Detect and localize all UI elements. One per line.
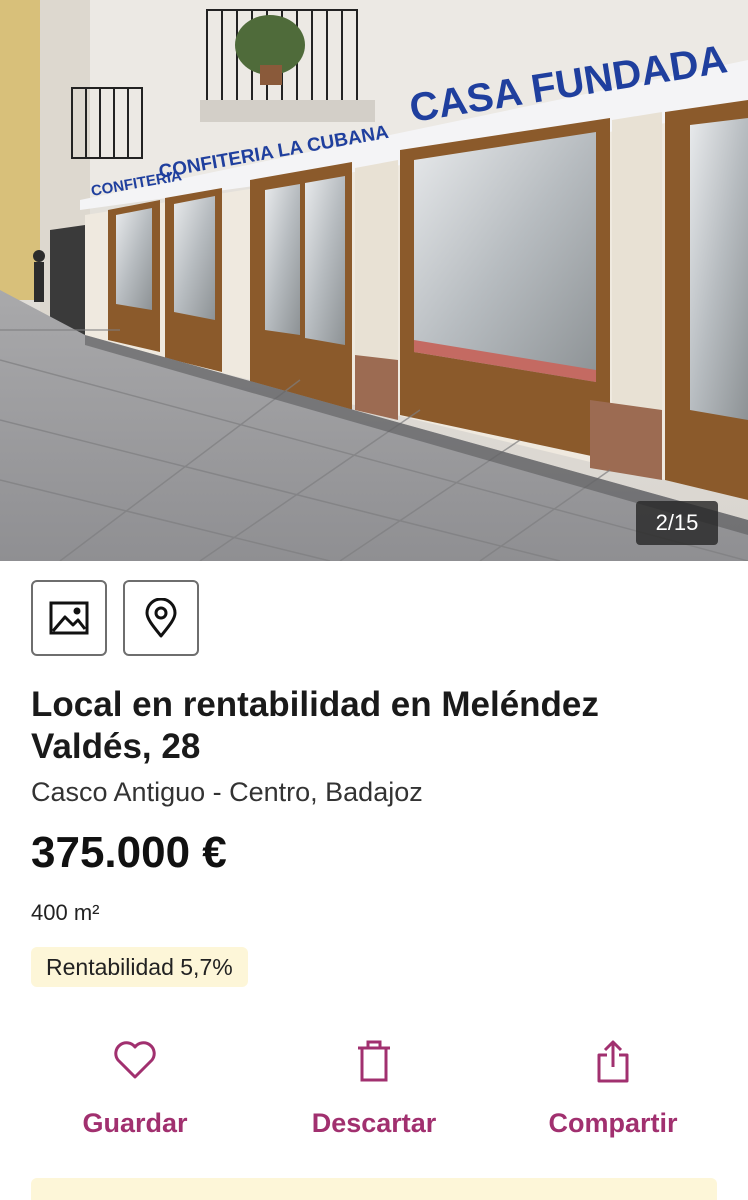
save-button[interactable]: Guardar xyxy=(35,1034,235,1154)
storefront-image: CONFITERIA CONFITERIA LA CUBANA CASA FUN… xyxy=(0,0,748,561)
image-icon xyxy=(49,601,89,635)
photos-view-button[interactable] xyxy=(31,580,107,656)
discard-label: Descartar xyxy=(311,1108,437,1138)
map-view-button[interactable] xyxy=(123,580,199,656)
share-button[interactable]: Compartir xyxy=(513,1034,713,1154)
listing-title: Local en rentabilidad en Meléndez Valdés… xyxy=(31,685,599,766)
listing-surface: 400 m² xyxy=(31,900,100,925)
listing-price: 375.000 € xyxy=(31,828,227,877)
share-label: Compartir xyxy=(548,1108,678,1138)
heart-icon xyxy=(114,1041,156,1079)
listing-detail-page: CONFITERIA CONFITERIA LA CUBANA CASA FUN… xyxy=(0,0,748,1200)
save-label: Guardar xyxy=(82,1108,188,1138)
share-icon xyxy=(597,1040,629,1083)
listing-actions: Guardar Descartar Compartir xyxy=(0,1034,748,1154)
view-toggles xyxy=(31,580,199,656)
trash-icon xyxy=(358,1040,390,1082)
listing-location: Casco Antiguo - Centro, Badajoz xyxy=(31,777,423,807)
discard-button[interactable]: Descartar xyxy=(274,1034,474,1154)
map-pin-icon xyxy=(145,598,177,638)
bottom-info-banner xyxy=(31,1178,717,1200)
photo-counter: 2/15 xyxy=(636,501,718,545)
rentabilidad-badge: Rentabilidad 5,7% xyxy=(31,947,248,987)
property-photo[interactable]: CONFITERIA CONFITERIA LA CUBANA CASA FUN… xyxy=(0,0,748,561)
